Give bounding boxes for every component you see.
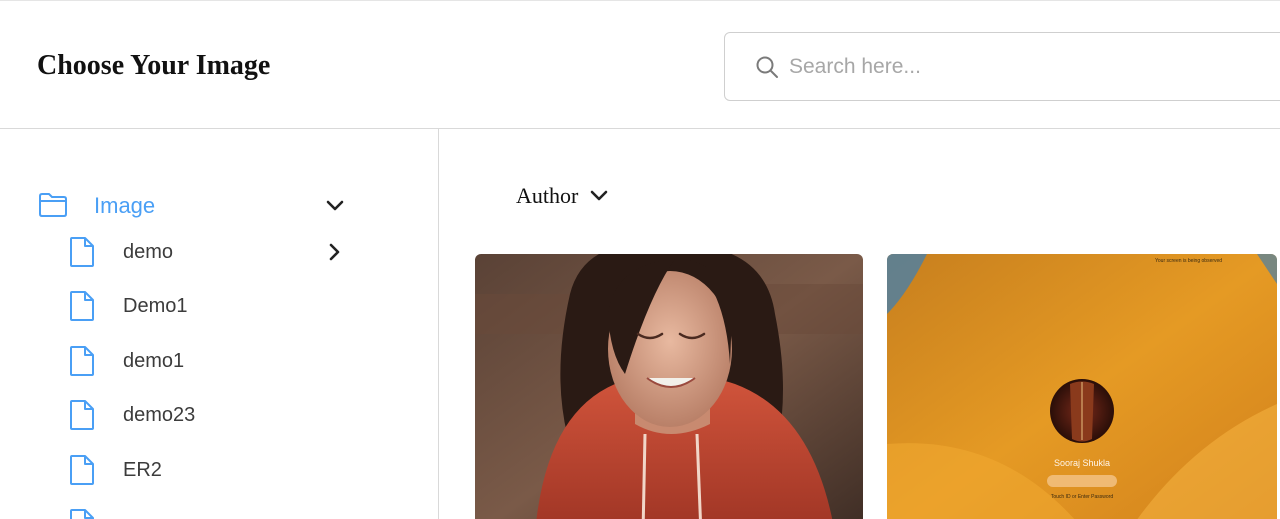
tree-item-demo23[interactable]: demo23 — [68, 398, 358, 432]
chevron-right-icon[interactable] — [324, 241, 346, 263]
lock-screen-hint: Touch ID or Enter Password — [1051, 494, 1113, 500]
search-box[interactable] — [724, 32, 1280, 101]
tree-item-label: ER2 — [123, 459, 162, 481]
search-icon — [756, 56, 778, 78]
file-icon — [70, 509, 94, 519]
lock-screen-image: Your screen is being observed Sooraj Shu… — [887, 254, 1277, 519]
sort-label: Author — [516, 183, 579, 208]
chevron-down-icon[interactable] — [324, 195, 346, 217]
file-icon — [70, 237, 94, 267]
search-input[interactable] — [789, 51, 1269, 83]
tree-item-partial[interactable] — [68, 507, 358, 519]
sort-dropdown[interactable]: Author — [516, 181, 610, 211]
tree-item-demo1-upper[interactable]: Demo1 — [68, 289, 358, 323]
tree-root-image[interactable]: Image — [38, 189, 358, 223]
file-icon — [70, 400, 94, 430]
tree-item-label: demo — [123, 241, 174, 263]
tree-item-label: Demo1 — [123, 295, 188, 317]
image-card-portrait[interactable] — [475, 254, 863, 519]
tree-item-er2[interactable]: ER2 — [68, 453, 358, 487]
tree-item-label: demo23 — [123, 404, 196, 426]
sidebar: Image demo Demo1 demo1 demo23 ER2 — [0, 129, 439, 519]
file-icon — [70, 346, 94, 376]
lock-screen-user-name: Sooraj Shukla — [1054, 458, 1110, 468]
tree-item-demo1[interactable]: demo1 — [68, 344, 358, 378]
image-card-lock-screen[interactable]: Your screen is being observed Sooraj Shu… — [887, 254, 1277, 519]
file-icon — [70, 291, 94, 321]
password-field[interactable] — [1047, 475, 1117, 487]
lock-screen-banner: Your screen is being observed — [1155, 258, 1222, 264]
file-icon — [70, 455, 94, 485]
page-title: Choose Your Image — [37, 50, 271, 81]
tree-item-label: demo1 — [123, 350, 185, 372]
chevron-down-icon — [591, 190, 608, 201]
main-panel: Author Your screen is being observed Soo… — [440, 129, 1280, 519]
tree-root-label: Image — [94, 193, 156, 218]
tree-item-demo[interactable]: demo — [68, 235, 358, 269]
folder-icon — [39, 193, 67, 217]
portrait-photo-image — [475, 254, 863, 519]
header: Choose Your Image — [0, 0, 1280, 129]
